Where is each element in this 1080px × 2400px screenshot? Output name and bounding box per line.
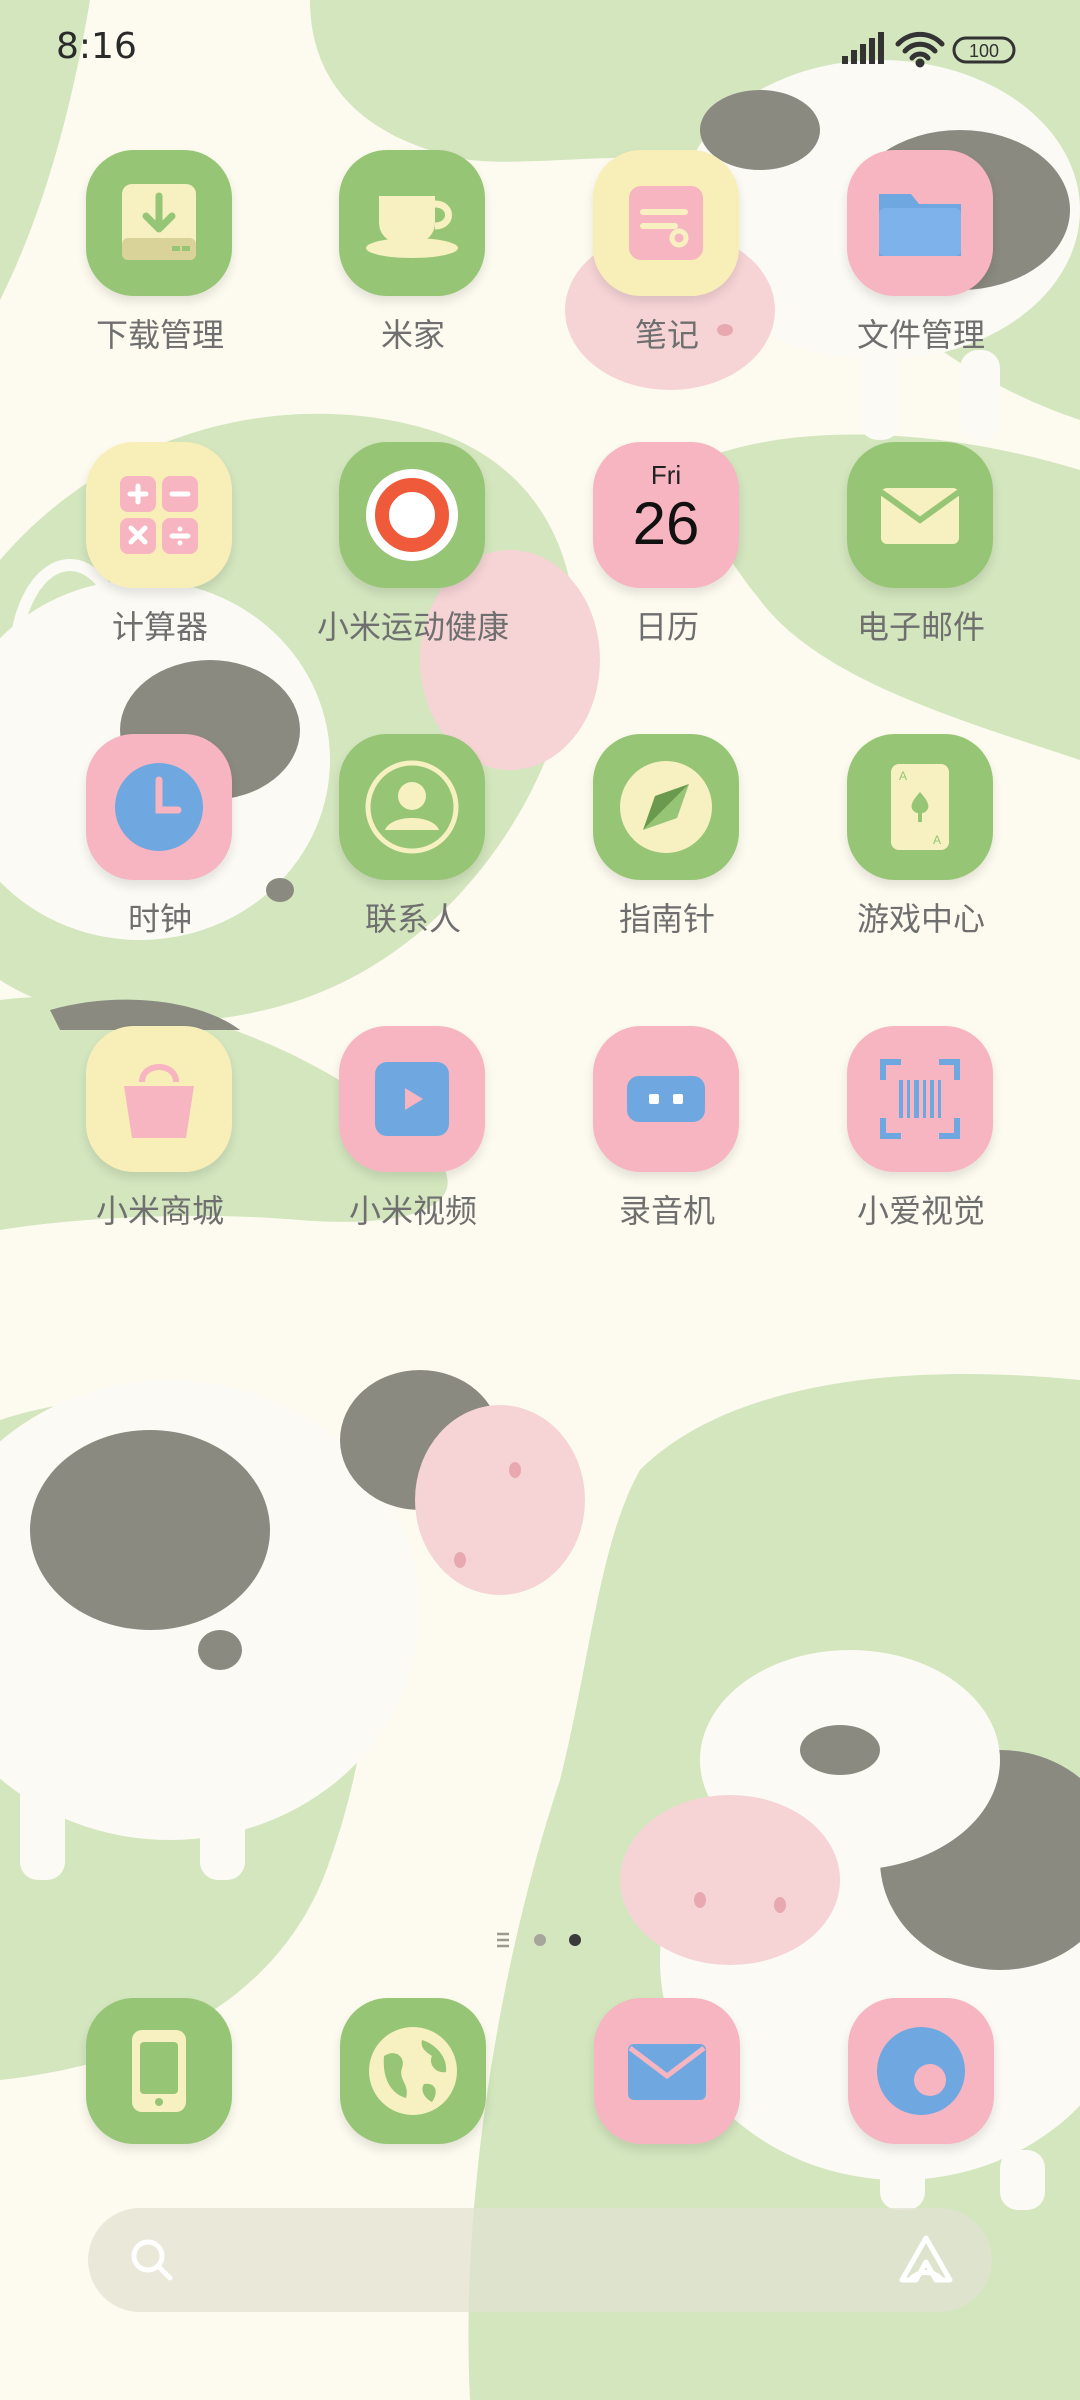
app-label: 日历 [634,608,699,646]
status-icons: 100 [842,31,1016,68]
app-mijia[interactable]: 米家 [298,150,528,400]
messages-icon [628,2044,706,2100]
notes-icon [593,150,739,296]
email-icon [847,442,993,588]
app-label: 米家 [380,316,445,354]
page-indicator[interactable] [490,1925,590,1955]
svg-text:100: 100 [969,41,999,61]
status-time: 8:16 [56,26,137,67]
dock-camera[interactable] [848,1998,994,2144]
app-recorder[interactable]: 录音机 [552,1026,782,1276]
game-card-icon: AA [847,734,993,880]
svg-text:A: A [899,769,907,783]
app-contacts[interactable]: 联系人 [298,734,528,984]
app-label: 文件管理 [856,316,985,354]
app-label: 联系人 [364,900,461,938]
page-dot-active [569,1934,581,1946]
app-calculator[interactable]: 计算器 [45,442,275,692]
status-bar: 8:16 100 [0,0,1080,100]
app-clock[interactable]: 时钟 [45,734,275,984]
barcode-scanner-icon [847,1026,993,1172]
app-label: 游戏中心 [856,900,985,938]
download-icon [86,150,232,296]
clock-icon [86,734,232,880]
battery-icon: 100 [952,36,1016,64]
app-label: 小米商城 [95,1192,224,1230]
calendar-icon: Fri 26 [593,442,739,588]
svg-text:26: 26 [633,490,700,557]
app-label: 时钟 [127,900,192,938]
contacts-icon [339,734,485,880]
page-list-icon [497,1932,509,1948]
app-file-manager[interactable]: 文件管理 [806,150,1036,400]
video-play-icon [339,1026,485,1172]
app-label: 电子邮件 [856,608,985,646]
app-label: 小爱视觉 [856,1192,985,1230]
page-dot [534,1934,546,1946]
browser-globe-icon [369,2027,457,2115]
camera-icon [877,2027,965,2115]
recorder-icon [593,1026,739,1172]
calculator-icon [86,442,232,588]
app-label: 小米运动健康 [316,608,509,646]
app-game-center[interactable]: AA 游戏中心 [806,734,1036,984]
app-xiaoai-vision[interactable]: 小爱视觉 [806,1026,1036,1276]
assistant-icon[interactable] [896,2232,956,2288]
app-calendar[interactable]: Fri 26 日历 [552,442,782,692]
signal-icon [842,32,884,64]
app-label: 下载管理 [95,316,224,354]
app-mi-store[interactable]: 小米商城 [45,1026,275,1276]
dock-messages[interactable] [594,1998,740,2144]
app-notes[interactable]: 笔记 [552,150,782,400]
search-icon [131,2239,173,2281]
app-label: 录音机 [618,1192,715,1230]
svg-text:A: A [933,833,941,847]
app-compass[interactable]: 指南针 [552,734,782,984]
app-mi-fitness[interactable]: 小米运动健康 [298,442,528,692]
app-download-manager[interactable]: 下载管理 [45,150,275,400]
compass-icon [593,734,739,880]
app-label: 笔记 [634,316,699,354]
teacup-icon [339,150,485,296]
app-mi-video[interactable]: 小米视频 [298,1026,528,1276]
app-label: 指南针 [618,900,715,938]
dock-browser[interactable] [340,1998,486,2144]
fitness-ring-icon [339,442,485,588]
app-label: 小米视频 [348,1192,477,1230]
shopping-bag-icon [86,1026,232,1172]
folder-icon [847,150,993,296]
phone-icon [132,2030,186,2112]
dock-phone[interactable] [86,1998,232,2144]
svg-text:Fri: Fri [651,460,681,490]
search-bar[interactable] [88,2208,992,2312]
app-email[interactable]: 电子邮件 [806,442,1036,692]
wifi-icon [895,31,945,68]
app-label: 计算器 [111,608,208,646]
